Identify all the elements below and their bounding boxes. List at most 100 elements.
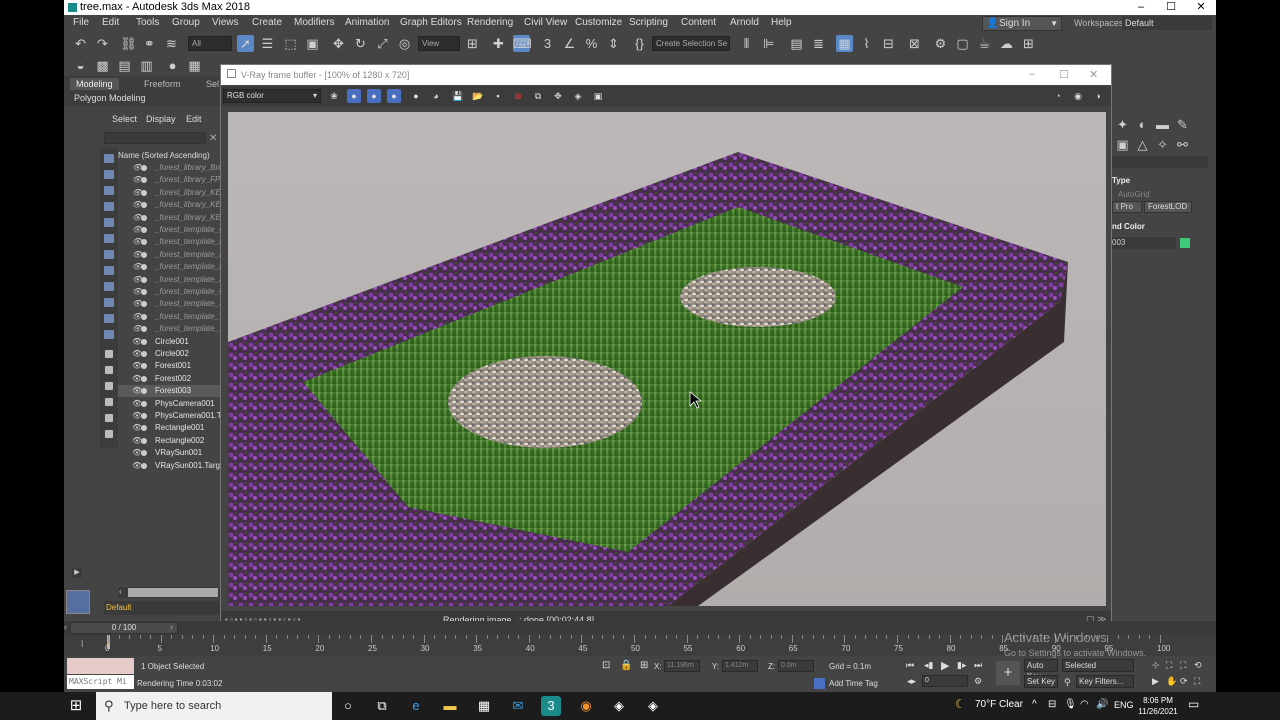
explorer-tab-edit[interactable]: Edit: [186, 114, 202, 124]
set-key-big-icon[interactable]: +: [996, 661, 1020, 685]
sync-selection-icon[interactable]: [105, 430, 113, 438]
explorer-horizontal-scrollbar[interactable]: ‹: [118, 587, 220, 598]
zoom-extents-icon[interactable]: ⊹: [1152, 660, 1160, 671]
menu-customize[interactable]: Customize: [575, 17, 622, 28]
red-channel-icon[interactable]: ●: [347, 89, 361, 103]
frozen-icon[interactable]: [105, 366, 113, 374]
selection-filter-dropdown[interactable]: All: [188, 36, 232, 51]
create-tab-icon[interactable]: ✦: [1114, 116, 1131, 133]
explorer-tab-select[interactable]: Select: [112, 114, 137, 124]
selection-lock-icon[interactable]: 🔒: [620, 660, 632, 671]
duplicate-vfb-icon[interactable]: ⧉: [531, 89, 545, 103]
vray-plane-icon[interactable]: ▦: [186, 57, 203, 74]
filter-icon[interactable]: [105, 414, 113, 422]
menu-edit[interactable]: Edit: [102, 17, 119, 28]
layers-icon[interactable]: [105, 398, 113, 406]
blender-icon[interactable]: ◉: [576, 696, 596, 716]
vray-vfb-taskbar-icon[interactable]: ◈: [609, 696, 629, 716]
window-crossing-icon[interactable]: ▣: [304, 35, 321, 52]
menu-graph-editors[interactable]: Graph Editors: [400, 17, 462, 28]
wifi-icon[interactable]: ◠: [1080, 699, 1089, 710]
explorer-row[interactable]: 👁 _forest_template_T: [118, 323, 220, 335]
autogrid-checkbox[interactable]: AutoGrid: [1118, 190, 1150, 199]
moon-weather-icon[interactable]: ☾: [955, 697, 966, 711]
close-icon[interactable]: ✕: [209, 133, 217, 144]
percent-snap-icon[interactable]: %: [583, 35, 600, 52]
walk-through-icon[interactable]: ▶: [1152, 676, 1159, 687]
rect-selection-icon[interactable]: ⬚: [282, 35, 299, 52]
render-setup-icon[interactable]: ⚙: [932, 35, 949, 52]
lights-icon[interactable]: ✧: [1154, 136, 1171, 153]
notification-icon[interactable]: ▭: [1188, 697, 1199, 711]
hierarchy-tab-icon[interactable]: ▬: [1154, 116, 1171, 133]
explorer-row[interactable]: 👁 PhysCamera001: [118, 398, 220, 410]
menu-file[interactable]: File: [73, 17, 89, 28]
cameras-filter-icon[interactable]: [104, 218, 114, 227]
workspaces-dropdown[interactable]: Default: [1122, 16, 1212, 30]
hidden-icon[interactable]: [105, 382, 113, 390]
explorer-row[interactable]: 👁 _forest_template_R: [118, 274, 220, 286]
chevron-left-icon[interactable]: ‹: [119, 587, 122, 596]
geometry-icon[interactable]: ▣: [1114, 136, 1131, 153]
add-time-tag[interactable]: Add Time Tag: [829, 679, 878, 688]
vray-lights-icon[interactable]: ▩: [94, 57, 111, 74]
interactive-render-icon[interactable]: ◔: [1051, 89, 1065, 103]
x-coordinate-field[interactable]: 11.196m: [664, 660, 700, 672]
maximize-viewport-icon[interactable]: ⛶: [1194, 676, 1200, 687]
angle-snap-icon[interactable]: ∠: [561, 35, 578, 52]
explorer-row[interactable]: 👁 Circle002: [118, 348, 220, 360]
time-next-icon[interactable]: ›: [170, 622, 173, 632]
menu-civil-view[interactable]: Civil View: [524, 17, 567, 28]
groups-filter-icon[interactable]: [104, 266, 114, 275]
forestlod-button[interactable]: ForestLOD: [1144, 201, 1192, 213]
helpers-filter-icon[interactable]: [104, 234, 114, 243]
sign-in-dropdown[interactable]: 👤 Sign In ▼: [982, 16, 1062, 31]
vfb-maximize-button[interactable]: ☐: [1059, 68, 1069, 81]
explorer-row[interactable]: 👁 _forest_template_S: [118, 298, 220, 310]
undo-icon[interactable]: ↶: [72, 35, 89, 52]
field-of-view-icon[interactable]: ⛶: [1180, 660, 1186, 671]
open-folder-icon[interactable]: 📂: [471, 89, 485, 103]
explorer-row[interactable]: 👁 _forest_template_F: [118, 236, 220, 248]
name-and-color-header[interactable]: nd Color: [1112, 222, 1145, 231]
bind-spacewarp-icon[interactable]: ≋: [163, 35, 180, 52]
key-filters-button[interactable]: Key Filters...: [1076, 675, 1134, 688]
maxscript-listener-output[interactable]: [67, 658, 134, 674]
render-history-icon[interactable]: ◉: [1071, 89, 1085, 103]
windows-start-icon[interactable]: ⊞: [66, 696, 86, 716]
region-render-icon[interactable]: ◈: [571, 89, 585, 103]
menu-modifiers[interactable]: Modifiers: [294, 17, 335, 28]
tray-expand-icon[interactable]: ^: [1032, 699, 1037, 710]
zoom-all-icon[interactable]: ⛶: [1166, 660, 1172, 671]
render-region-icon[interactable]: ▣: [591, 89, 605, 103]
align-icon[interactable]: ⊫: [760, 35, 777, 52]
task-view-icon[interactable]: ⧉: [372, 696, 392, 716]
shapes-filter-icon[interactable]: [104, 186, 114, 195]
menu-content[interactable]: Content: [681, 17, 716, 28]
mail-icon[interactable]: ✉: [508, 696, 528, 716]
category-dropdown[interactable]: [1112, 156, 1208, 168]
ribbon-panel-polygon-modeling[interactable]: Polygon Modeling: [74, 93, 146, 103]
blue-channel-icon[interactable]: ●: [387, 89, 401, 103]
mic-icon[interactable]: 🎙: [1064, 699, 1077, 710]
menu-group[interactable]: Group: [172, 17, 200, 28]
vray-sphere-icon[interactable]: ●: [164, 57, 181, 74]
object-name-input[interactable]: 003: [1112, 237, 1176, 249]
material-editor-icon[interactable]: ⊠: [906, 35, 923, 52]
orbit-icon[interactable]: ⟲: [1194, 660, 1202, 671]
mono-icon[interactable]: ◕: [429, 89, 443, 103]
orbit-camera-icon[interactable]: ⟳: [1180, 676, 1188, 687]
scene-explorer-thumb[interactable]: [66, 590, 90, 614]
save-image-icon[interactable]: 💾: [451, 89, 465, 103]
vray-toolbar-icon[interactable]: ◒: [72, 57, 89, 74]
vray-app-taskbar-icon[interactable]: ◈: [643, 696, 663, 716]
previous-frame-icon[interactable]: ◂▮: [924, 660, 933, 671]
current-frame-field[interactable]: 0: [922, 675, 968, 687]
particles-filter-icon[interactable]: [104, 314, 114, 323]
play-icon[interactable]: ▶: [941, 659, 949, 672]
key-filters-icon[interactable]: ⚲: [1064, 677, 1071, 688]
isolate-selection-icon[interactable]: ⊡: [602, 660, 610, 671]
selected-dropdown[interactable]: Selected: [1062, 659, 1134, 672]
auto-key-button[interactable]: Auto Key: [1024, 659, 1058, 681]
render-last-icon[interactable]: ◑: [1091, 89, 1105, 103]
